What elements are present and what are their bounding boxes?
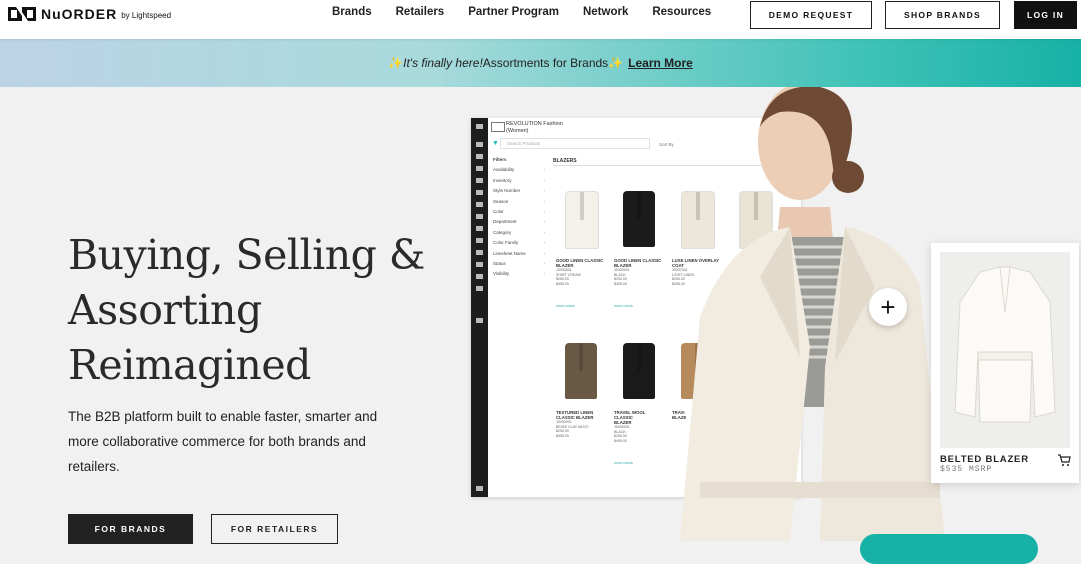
hero-title-line: Assorting	[68, 286, 262, 334]
nav-resources[interactable]: Resources	[652, 6, 711, 18]
logo-byline: by Lightspeed	[121, 11, 172, 20]
banner-text: Assortments for Brands	[482, 56, 609, 70]
mock-product: GOOD LINEN CLASSIC BLAZER J0000001 BLACK…	[614, 188, 664, 308]
jacket-image	[565, 343, 597, 399]
filter-funnel-icon: ▼	[492, 140, 499, 147]
mock-filters: Filters Availability › Inventory › Style N…	[493, 157, 545, 277]
hero-title-line: Buying, Selling &	[68, 231, 425, 279]
for-retailers-button[interactable]: FOR RETAILERS	[211, 514, 338, 544]
add-plus-button[interactable]: +	[869, 288, 907, 326]
nuorder-logo-icon	[8, 7, 36, 21]
mock-product: GOOD LINEN CLASSIC BLAZER J0000001 SHIRT…	[556, 188, 606, 308]
nav-network[interactable]: Network	[583, 6, 628, 18]
product-name: BELTED BLAZER	[940, 454, 1029, 465]
product-card[interactable]: BELTED BLAZER $535 MSRP	[931, 243, 1079, 483]
chat-widget-button[interactable]	[860, 534, 1038, 564]
sparkle-icon: ✨	[388, 56, 404, 70]
log-in-button[interactable]: LOG IN	[1014, 1, 1077, 29]
main-nav: Brands Retailers Partner Program Network…	[332, 6, 711, 18]
banner-italic: It's finally here!	[403, 56, 483, 70]
cart-icon[interactable]	[1057, 453, 1071, 467]
mock-section-heading: BLAZERS	[553, 158, 577, 164]
mock-search-input: Search Products	[500, 138, 650, 149]
jacket-image	[565, 191, 599, 249]
mock-store-name: REVOLUTION Fashion (Women)	[506, 121, 563, 134]
demo-request-button[interactable]: DEMO REQUEST	[750, 1, 872, 29]
nav-brands[interactable]: Brands	[332, 6, 372, 18]
jacket-image	[623, 191, 655, 247]
sparkle-icon: ✨	[608, 56, 624, 70]
mock-product: TRAVEL WOOL CLASSIC BLAZER J0000001 BLAC…	[614, 340, 664, 465]
top-nav: NuORDER by Lightspeed Brands Retailers P…	[0, 0, 1081, 39]
belted-blazer-image	[940, 252, 1070, 448]
blazer-icon	[954, 266, 1056, 423]
announcement-banner: ✨ It's finally here! Assortments for Bra…	[0, 39, 1081, 87]
mock-product: TEXTURED LINEN CLASSIC BLAZER J0000001 B…	[556, 340, 606, 438]
for-brands-button[interactable]: FOR BRANDS	[68, 514, 193, 544]
hero-title-line: Reimagined	[68, 341, 311, 389]
nav-partner-program[interactable]: Partner Program	[468, 6, 559, 18]
mock-sidebar	[471, 118, 488, 497]
nav-retailers[interactable]: Retailers	[396, 6, 445, 18]
learn-more-link[interactable]: Learn More	[628, 56, 693, 70]
logo-wordmark: NuORDER	[41, 6, 118, 22]
shop-brands-button[interactable]: SHOP BRANDS	[885, 1, 1000, 29]
hero-title: Buying, Selling & Assorting Reimagined	[68, 228, 428, 393]
hero-subtitle: The B2B platform built to enable faster,…	[68, 409, 378, 474]
nuorder-logo[interactable]: NuORDER by Lightspeed	[8, 6, 171, 22]
jacket-image	[623, 343, 655, 399]
product-price: $535 MSRP	[940, 465, 993, 474]
model-photo	[680, 87, 945, 541]
store-icon	[491, 122, 505, 132]
